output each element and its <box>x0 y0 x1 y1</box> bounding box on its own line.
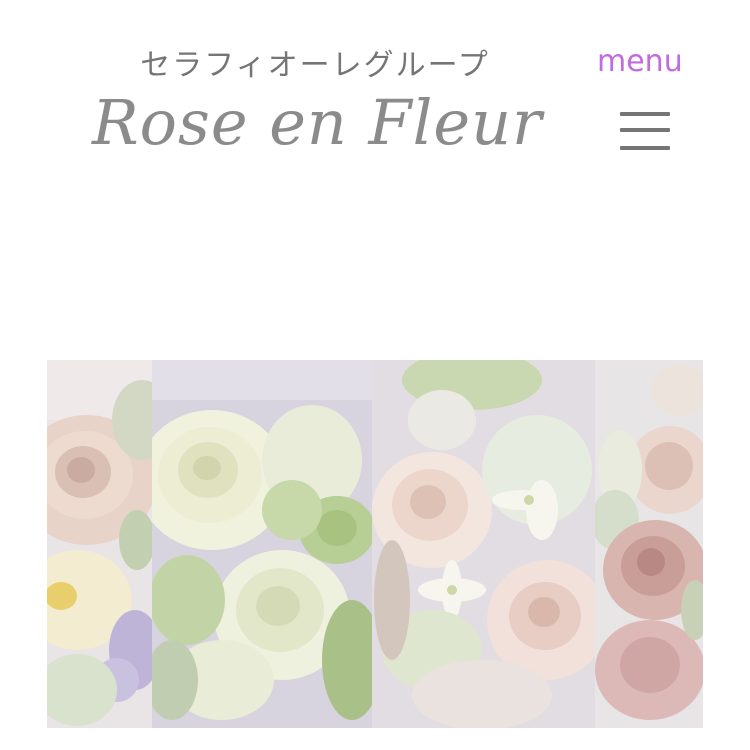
brand-logo-text[interactable]: Rose en Fleur <box>92 86 562 159</box>
site-header: セラフィオーレグループ Rose en Fleur menu <box>0 0 750 200</box>
gallery-panel-white-green-roses <box>152 360 372 728</box>
hamburger-menu-icon[interactable] <box>620 108 670 154</box>
gallery-panel-dusty-pink-roses <box>595 360 703 728</box>
menu-label[interactable]: menu <box>597 44 683 79</box>
gallery-panel-pink-white-stephanotis <box>372 360 595 728</box>
gallery-panel-blush-cream-roses <box>47 360 152 728</box>
hero-flower-gallery <box>47 360 703 728</box>
group-name: セラフィオーレグループ <box>140 48 490 83</box>
